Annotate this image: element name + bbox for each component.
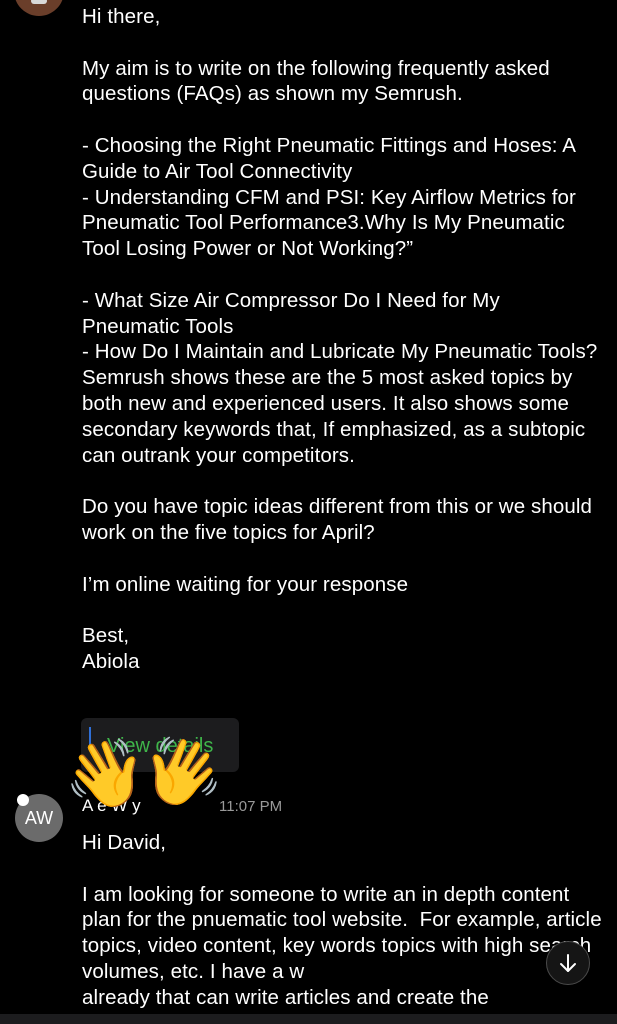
message-timestamp: 11:07 PM: [219, 798, 283, 815]
message-line: - How Do I Maintain and Lubricate My Pne…: [82, 340, 598, 467]
message-body-1: Hi there, My aim is to write on the foll…: [82, 4, 602, 675]
presence-dot: [17, 794, 29, 806]
message-line: I’m online waiting for your response: [82, 572, 409, 596]
message-line: already that can write articles and crea…: [82, 985, 489, 1009]
message-line: Hi David,: [82, 831, 167, 854]
message-line: My aim is to write on the following freq…: [82, 56, 556, 106]
message-body-2: Hi David, I am looking for someone to wr…: [82, 830, 602, 1011]
composer-bar-edge: [0, 1014, 617, 1024]
message-line: Best,: [82, 624, 130, 648]
message-line: Abiola: [82, 649, 140, 673]
wave-emoji-left: 👋: [64, 736, 147, 810]
wave-emoji-right: 👋: [142, 734, 225, 808]
sender-avatar-top[interactable]: [14, 0, 64, 16]
message-line: - Choosing the Right Pneumatic Fittings …: [82, 133, 581, 183]
message-line: Do you have topic ideas different from t…: [82, 495, 598, 544]
message-line: I am looking for someone to write an in …: [82, 882, 608, 983]
message-line: Hi there,: [82, 5, 161, 28]
message-line: - Understanding CFM and PSI: Key Airflow…: [82, 185, 582, 261]
scroll-to-bottom-button[interactable]: [546, 941, 590, 985]
message-line: - What Size Air Compressor Do I Need for…: [82, 288, 506, 338]
arrow-down-icon: [560, 954, 576, 972]
